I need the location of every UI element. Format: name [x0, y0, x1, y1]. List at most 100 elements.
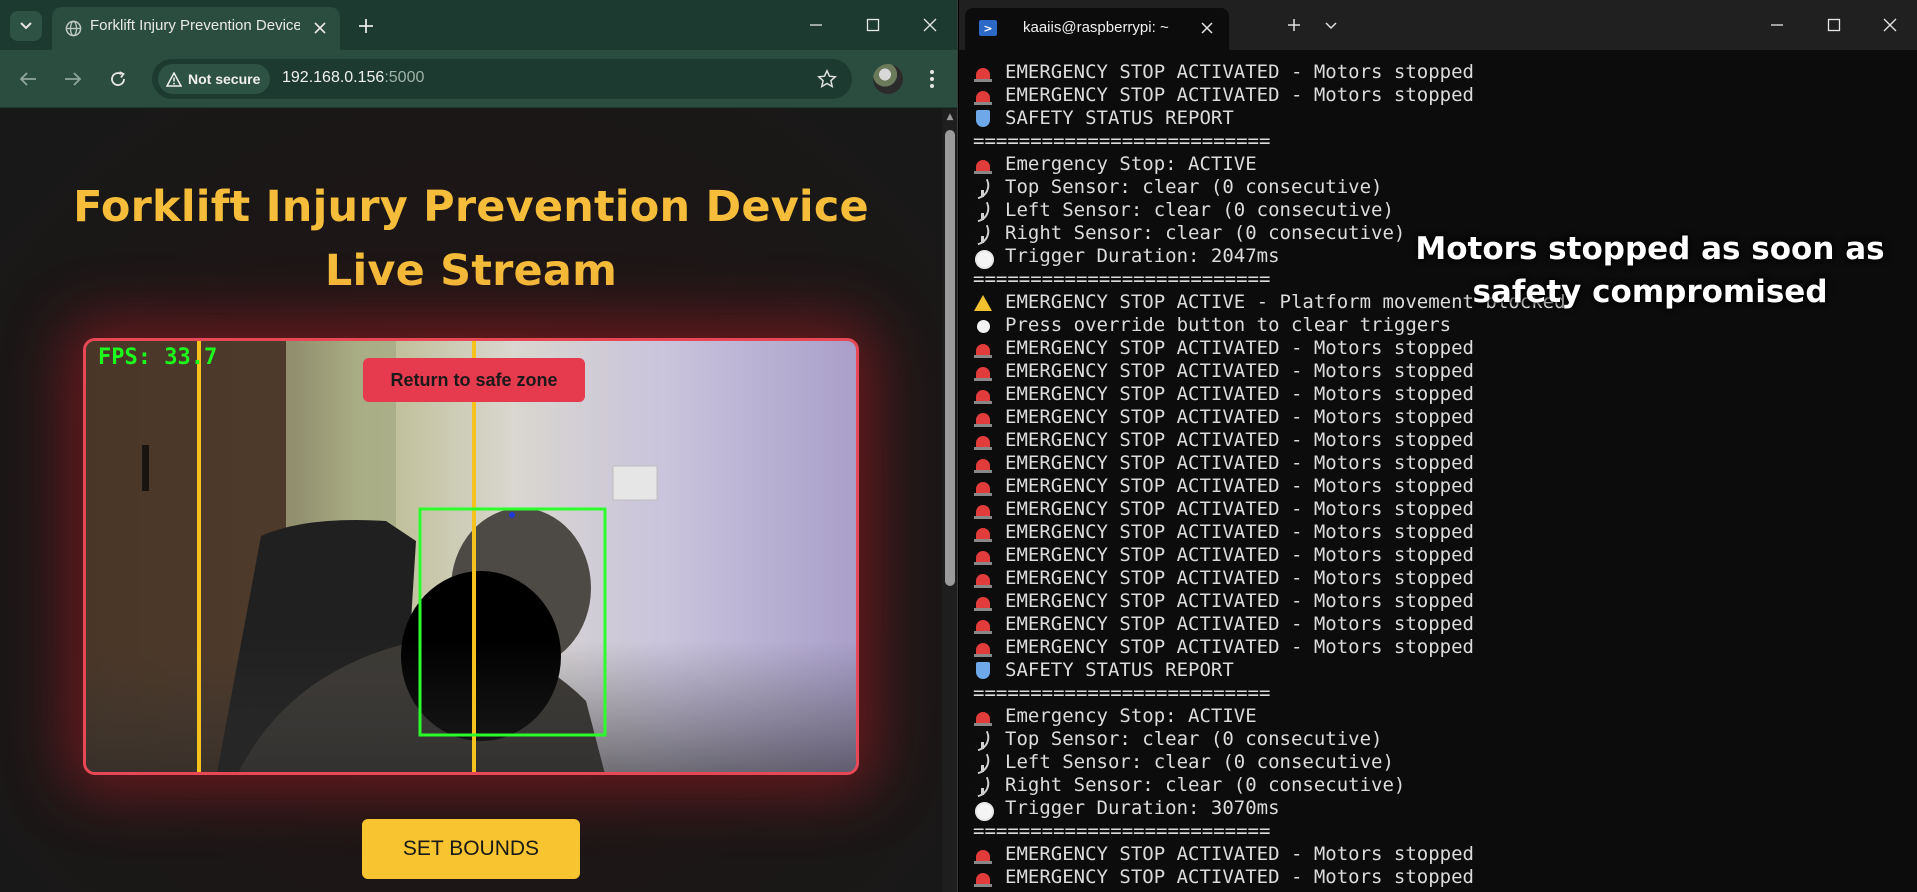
terminal-line-text: Emergency Stop: ACTIVE [1005, 153, 1257, 175]
close-icon [1201, 22, 1213, 34]
terminal-line: EMERGENCY STOP ACTIVATED - Motors stoppe… [973, 429, 1903, 452]
security-label: Not secure [188, 71, 261, 87]
siren-icon [973, 431, 993, 451]
page-scrollbar[interactable]: ▲ [942, 109, 957, 892]
browser-tab-strip: Forklift Injury Prevention Device [0, 0, 957, 50]
terminal-line-text: Left Sensor: clear (0 consecutive) [1005, 199, 1394, 221]
browser-tab-active[interactable]: Forklift Injury Prevention Device [52, 7, 340, 50]
terminal-line-text: EMERGENCY STOP ACTIVATED - Motors stoppe… [1005, 383, 1474, 405]
maximize-button[interactable] [860, 12, 886, 38]
terminal-line-text: Trigger Duration: 2047ms [1005, 245, 1280, 267]
terminal-line-text: EMERGENCY STOP ACTIVATED - Motors stoppe… [1005, 429, 1474, 451]
terminal-line: EMERGENCY STOP ACTIVATED - Motors stoppe… [973, 521, 1903, 544]
new-tab-button[interactable] [352, 13, 380, 39]
satellite-dish-icon [973, 730, 993, 750]
close-terminal-tab-button[interactable] [1197, 18, 1217, 38]
terminal-line: Right Sensor: clear (0 consecutive) [973, 774, 1903, 797]
terminal-minimize-button[interactable] [1764, 12, 1790, 38]
minimize-icon [1771, 24, 1783, 26]
terminal-line-text: Top Sensor: clear (0 consecutive) [1005, 176, 1383, 198]
browser-menu-button[interactable] [920, 65, 944, 93]
reload-button[interactable] [104, 65, 132, 93]
page-viewport: Forklift Injury Prevention Device Live S… [0, 109, 942, 892]
terminal-line: EMERGENCY STOP ACTIVATED - Motors stoppe… [973, 613, 1903, 636]
terminal-line: EMERGENCY STOP ACTIVATED - Motors stoppe… [973, 452, 1903, 475]
forward-button[interactable] [59, 65, 87, 93]
siren-icon [973, 408, 993, 428]
scrollbar-thumb[interactable] [945, 130, 955, 586]
terminal-line-text: ========================== [973, 682, 1271, 704]
address-bar[interactable]: Not secure 192.168.0.156:5000 [152, 59, 852, 99]
terminal-window: > kaaiis@raspberrypi: ~ EMERGENCY STOP A… [959, 0, 1917, 892]
security-chip[interactable]: Not secure [158, 64, 271, 94]
terminal-line-text: EMERGENCY STOP ACTIVATED - Motors stoppe… [1005, 590, 1474, 612]
terminal-line-text: EMERGENCY STOP ACTIVATED - Motors stoppe… [1005, 521, 1474, 543]
warning-triangle-icon [166, 71, 182, 87]
terminal-close-button[interactable] [1877, 12, 1903, 38]
terminal-line: Emergency Stop: ACTIVE [973, 153, 1903, 176]
terminal-line: Top Sensor: clear (0 consecutive) [973, 728, 1903, 751]
terminal-line-text: EMERGENCY STOP ACTIVATED - Motors stoppe… [1005, 567, 1474, 589]
terminal-line-text: SAFETY STATUS REPORT [1005, 659, 1234, 681]
terminal-output[interactable]: EMERGENCY STOP ACTIVATED - Motors stoppe… [973, 61, 1903, 889]
terminal-line: Emergency Stop: ACTIVE [973, 705, 1903, 728]
terminal-maximize-button[interactable] [1821, 12, 1847, 38]
terminal-line: Press override button to clear triggers [973, 314, 1903, 337]
terminal-line-text: EMERGENCY STOP ACTIVATED - Motors stoppe… [1005, 61, 1474, 83]
url-port: :5000 [384, 69, 425, 86]
terminal-line-text: EMERGENCY STOP ACTIVATED - Motors stoppe… [1005, 866, 1474, 888]
shield-icon [973, 661, 993, 681]
terminal-line-text: Press override button to clear triggers [1005, 314, 1452, 336]
close-tab-button[interactable] [310, 18, 330, 38]
terminal-new-tab-button[interactable] [1283, 14, 1305, 36]
tab-search-button[interactable] [10, 11, 42, 41]
browser-window: Forklift Injury Prevention Device Not se… [0, 0, 958, 892]
terminal-line-text: EMERGENCY STOP ACTIVATED - Motors stoppe… [1005, 544, 1474, 566]
bookmark-button[interactable] [816, 68, 838, 90]
warning-icon [973, 293, 993, 313]
terminal-line-text: EMERGENCY STOP ACTIVATED - Motors stoppe… [1005, 613, 1474, 635]
terminal-line-text: EMERGENCY STOP ACTIVATED - Motors stoppe… [1005, 84, 1474, 106]
terminal-line-text: ========================== [973, 268, 1271, 290]
url-text: 192.168.0.156:5000 [282, 69, 424, 87]
terminal-line: SAFETY STATUS REPORT [973, 107, 1903, 130]
terminal-line-text: EMERGENCY STOP ACTIVATED - Motors stoppe… [1005, 337, 1474, 359]
terminal-line: EMERGENCY STOP ACTIVATED - Motors stoppe… [973, 337, 1903, 360]
return-to-safe-zone-button[interactable]: Return to safe zone [363, 358, 585, 402]
terminal-line-text: EMERGENCY STOP ACTIVATED - Motors stoppe… [1005, 498, 1474, 520]
arrow-left-icon [19, 72, 36, 86]
terminal-line: ========================== [973, 682, 1903, 705]
terminal-tab-active[interactable]: > kaaiis@raspberrypi: ~ [965, 8, 1229, 50]
terminal-line-text: ========================== [973, 130, 1271, 152]
terminal-profile-dropdown[interactable] [1321, 16, 1341, 36]
satellite-dish-icon [973, 224, 993, 244]
close-window-button[interactable] [917, 12, 943, 38]
terminal-line: Left Sensor: clear (0 consecutive) [973, 199, 1903, 222]
terminal-line: EMERGENCY STOP ACTIVATED - Motors stoppe… [973, 61, 1903, 84]
siren-icon [973, 592, 993, 612]
terminal-line: EMERGENCY STOP ACTIVATED - Motors stoppe… [973, 866, 1903, 889]
url-host: 192.168.0.156 [282, 69, 385, 86]
globe-icon [65, 20, 82, 37]
terminal-line-text: Emergency Stop: ACTIVE [1005, 705, 1257, 727]
set-bounds-button[interactable]: SET BOUNDS [362, 819, 580, 879]
terminal-line: EMERGENCY STOP ACTIVATED - Motors stoppe… [973, 544, 1903, 567]
siren-icon [973, 845, 993, 865]
close-icon [923, 18, 937, 32]
profile-avatar[interactable] [873, 64, 903, 94]
browser-tab-title: Forklift Injury Prevention Device [90, 17, 300, 34]
three-dots-icon [930, 70, 934, 88]
terminal-line-text: Top Sensor: clear (0 consecutive) [1005, 728, 1383, 750]
terminal-line: EMERGENCY STOP ACTIVATED - Motors stoppe… [973, 475, 1903, 498]
scroll-up-arrow-icon[interactable]: ▲ [945, 112, 955, 122]
wall-switch [612, 465, 658, 501]
minimize-button[interactable] [803, 12, 829, 38]
siren-icon [973, 638, 993, 658]
reload-icon [111, 71, 125, 86]
back-button[interactable] [14, 65, 42, 93]
minimize-icon [810, 24, 822, 26]
terminal-line: EMERGENCY STOP ACTIVATED - Motors stoppe… [973, 590, 1903, 613]
terminal-line: Left Sensor: clear (0 consecutive) [973, 751, 1903, 774]
siren-icon [973, 385, 993, 405]
terminal-line: EMERGENCY STOP ACTIVATED - Motors stoppe… [973, 360, 1903, 383]
